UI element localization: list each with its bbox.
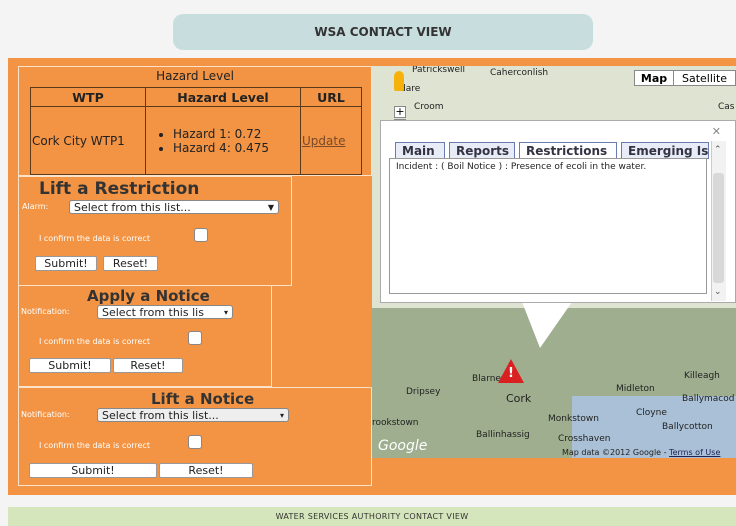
main-panel: Hazard Level WTP Hazard Level URL Cork C… (8, 58, 736, 495)
map-label: Cork (506, 392, 532, 405)
lift-notice-form: Lift a Notice Notification: Select from … (18, 387, 372, 486)
lift-restriction-form: Lift a Restriction Alarm: Select from th… (18, 176, 292, 286)
map-type-map-button[interactable]: Map (634, 70, 674, 86)
google-logo: Google (378, 438, 428, 454)
reset-button[interactable]: Reset! (103, 256, 158, 271)
chevron-down-icon: ▼ (267, 203, 274, 212)
table-row: Cork City WTP1 Hazard 1: 0.72 Hazard 4: … (30, 106, 362, 175)
scroll-down-icon[interactable]: ⌄ (714, 287, 722, 297)
hazard-caption: Hazard Level (156, 69, 234, 83)
submit-button[interactable]: Submit! (29, 358, 111, 373)
map-label: Dripsey (406, 387, 441, 397)
url-cell: Update (300, 106, 362, 175)
page-footer: WATER SERVICES AUTHORITY CONTACT VIEW (8, 507, 736, 526)
map-label: rookstown (372, 418, 419, 428)
reset-button[interactable]: Reset! (159, 463, 253, 478)
form-title: Lift a Restriction (39, 179, 200, 199)
confirm-checkbox[interactable] (188, 435, 202, 449)
chevron-down-icon: ▾ (223, 306, 228, 318)
map-label: Patrickswell (412, 66, 466, 75)
confirm-label: I confirm the data is correct (39, 337, 150, 346)
map-label: Ballycotton (662, 422, 713, 432)
confirm-label: I confirm the data is correct (39, 234, 150, 243)
scrollbar-thumb[interactable] (713, 173, 724, 283)
terms-link[interactable]: Terms of Use (669, 448, 720, 457)
map-label: Cloyne (636, 408, 667, 418)
alarm-select[interactable]: Select from this list... ▼ (69, 200, 279, 214)
restrictions-panel: Incident : ( Boil Notice ) : Presence of… (389, 158, 707, 294)
reset-button[interactable]: Reset! (113, 358, 183, 373)
info-window: ✕ Main Reports Restrictions Emerging Is … (380, 120, 736, 303)
update-link[interactable]: Update (302, 134, 345, 148)
notification-label: Notification: (21, 307, 70, 316)
confirm-label: I confirm the data is correct (39, 441, 150, 450)
map-label: Killeagh (684, 371, 720, 381)
hazard-cell: Hazard 1: 0.72 Hazard 4: 0.475 (145, 106, 301, 175)
tab-restrictions[interactable]: Restrictions (519, 142, 617, 159)
map-label: Caherconlish (490, 68, 549, 78)
form-title: Lift a Notice (151, 390, 255, 408)
page-title: WSA CONTACT VIEW (173, 14, 593, 50)
map-label: Crosshaven (558, 434, 611, 444)
map-label: Ballymacod (682, 394, 735, 404)
confirm-checkbox[interactable] (194, 228, 208, 242)
notification-select-value: Select from this lis (102, 306, 204, 319)
incident-text: Incident : ( Boil Notice ) : Presence of… (396, 162, 647, 172)
alarm-select-value: Select from this list... (74, 201, 191, 214)
map-label: Croom (414, 102, 444, 112)
scrollbar[interactable]: ⌃ ⌄ (711, 141, 726, 301)
notification-select-value: Select from this list... (102, 409, 219, 422)
notification-label: Notification: (21, 410, 70, 419)
map-data-text: Map data ©2012 Google - (562, 448, 667, 457)
hazard-item: Hazard 1: 0.72 (173, 127, 299, 141)
map-widget[interactable]: Patrickswell Caherconlish dare Croom Cas… (372, 66, 736, 458)
map-attribution: Map data ©2012 Google - Terms of Use (562, 448, 720, 457)
close-icon[interactable]: ✕ (712, 125, 721, 138)
hazard-level-panel: Hazard Level WTP Hazard Level URL Cork C… (18, 66, 372, 176)
chevron-down-icon: ▾ (279, 411, 284, 420)
exclamation-icon: ! (508, 366, 514, 381)
map-type-satellite-button[interactable]: Satellite (673, 70, 736, 86)
wtp-cell: Cork City WTP1 (30, 106, 146, 175)
alarm-label: Alarm: (22, 202, 49, 211)
map-label: Cas (718, 102, 735, 112)
hazard-table: WTP Hazard Level URL Cork City WTP1 Haza… (30, 87, 362, 175)
tab-reports[interactable]: Reports (449, 142, 515, 159)
notification-select[interactable]: Select from this list... ▾ (97, 408, 289, 422)
map-label: Midleton (616, 384, 655, 394)
form-title: Apply a Notice (87, 287, 210, 305)
map-label: Monkstown (548, 414, 599, 424)
submit-button[interactable]: Submit! (29, 463, 157, 478)
pegman-icon[interactable] (394, 71, 404, 91)
apply-notice-form: Apply a Notice Notification: Select from… (18, 285, 272, 387)
tab-main[interactable]: Main (395, 142, 445, 159)
tab-emerging-issues[interactable]: Emerging Is (621, 142, 709, 159)
col-url: URL (300, 87, 362, 107)
confirm-checkbox[interactable] (188, 331, 202, 345)
notification-select[interactable]: Select from this lis ▾ (97, 305, 233, 319)
scroll-up-icon[interactable]: ⌃ (714, 145, 722, 155)
map-label: Ballinhassig (476, 430, 530, 440)
submit-button[interactable]: Submit! (35, 256, 97, 271)
info-window-tail (522, 302, 572, 348)
col-hazard-level: Hazard Level (145, 87, 301, 107)
col-wtp: WTP (30, 87, 146, 107)
hazard-item: Hazard 4: 0.475 (173, 141, 299, 155)
zoom-in-button[interactable]: + (394, 106, 406, 118)
